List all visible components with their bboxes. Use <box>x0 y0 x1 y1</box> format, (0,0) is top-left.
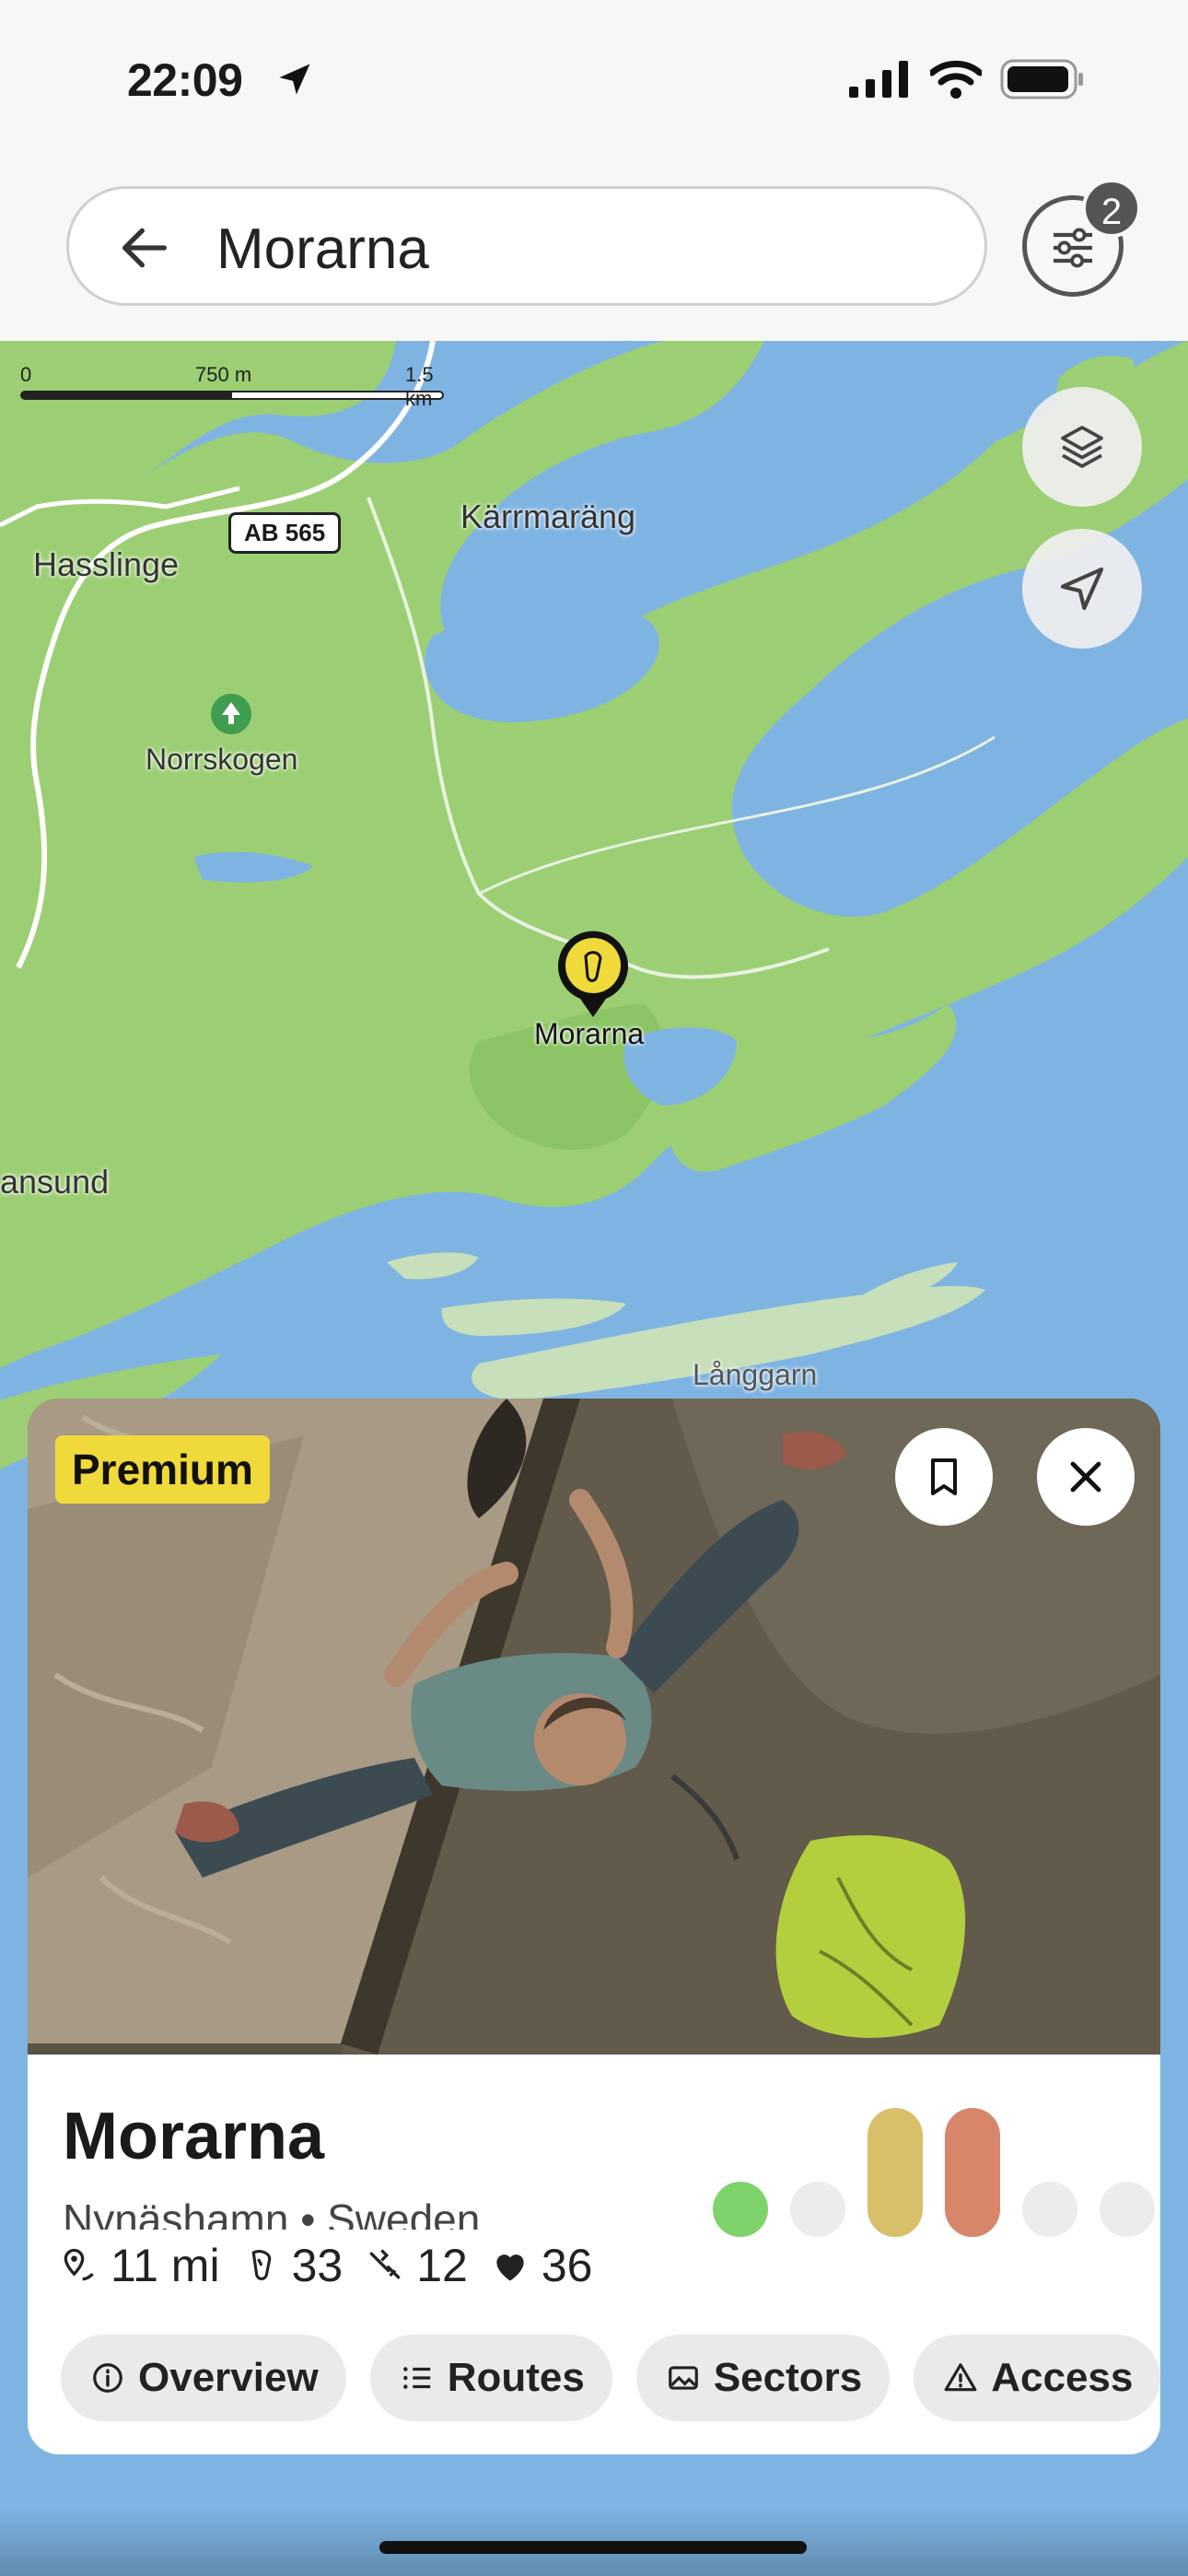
distance-stat: 11 mi <box>59 2239 220 2292</box>
tab-overview-label: Overview <box>138 2355 319 2400</box>
routes-count: 33 <box>291 2240 344 2291</box>
grade-bar <box>1100 2182 1155 2237</box>
crag-location: Nynäshamn • Sweden <box>63 2195 481 2230</box>
navigation-arrow-icon <box>1060 567 1104 611</box>
battery-icon <box>1000 59 1083 100</box>
grade-bar <box>790 2182 845 2237</box>
scale-label-start: 0 <box>20 363 32 386</box>
tab-sectors-label: Sectors <box>713 2355 863 2400</box>
place-label-norrskogen: Norrskogen <box>146 743 298 776</box>
tab-overview[interactable]: Overview <box>61 2335 346 2421</box>
grade-bar <box>945 2108 1000 2237</box>
place-label-langgarn: Långgarn <box>693 1358 818 1391</box>
tab-access-label: Access <box>991 2355 1134 2400</box>
crag-stats: 11 mi 33 12 36 <box>59 2239 614 2292</box>
filter-count-badge: 2 <box>1082 179 1141 238</box>
crag-pin-icon[interactable] <box>556 931 630 1019</box>
tab-sectors[interactable]: Sectors <box>635 2335 891 2421</box>
status-time: 22:09 <box>127 54 243 106</box>
home-indicator[interactable] <box>379 2541 807 2554</box>
place-label-hasslinge: Hasslinge <box>33 545 180 583</box>
tab-routes[interactable]: Routes <box>369 2335 612 2421</box>
place-label-karrmarang: Kärrmaräng <box>460 498 636 535</box>
routes-stat: 33 <box>242 2239 344 2292</box>
bookmark-icon <box>931 1458 957 1495</box>
grade-bar <box>868 2108 923 2237</box>
scale-label-end: 1.5 km <box>405 363 434 410</box>
climbing-hold-icon <box>251 2250 271 2280</box>
place-label-ansund: ansund <box>0 1163 110 1200</box>
scale-label-mid: 750 m <box>195 363 252 386</box>
status-indicators <box>849 59 1085 100</box>
likes-count: 36 <box>541 2240 593 2291</box>
map-scale: 0 750 m 1.5 km <box>20 363 444 410</box>
crag-title: Morarna <box>63 2100 325 2173</box>
tab-access[interactable]: Access <box>914 2335 1160 2421</box>
image-icon <box>668 2366 698 2390</box>
warning-icon <box>944 2363 977 2392</box>
top-bar: 22:09 Morarna 2 <box>0 0 1188 341</box>
distance-value: 11 mi <box>111 2240 220 2291</box>
search-query[interactable]: Morarna <box>216 217 429 282</box>
heart-icon <box>496 2254 524 2281</box>
signal-icon <box>849 61 908 98</box>
sectors-count: 12 <box>416 2240 468 2291</box>
grade-bar <box>1022 2182 1077 2237</box>
location-arrow-icon <box>279 64 310 95</box>
crag-photo: Premium <box>28 1399 1160 2055</box>
premium-badge: Premium <box>55 1435 270 1504</box>
grade-bar <box>713 2182 768 2237</box>
list-icon <box>402 2367 430 2389</box>
search-bar[interactable]: Morarna <box>66 186 987 306</box>
map-layers-button[interactable] <box>1022 387 1142 507</box>
layers-icon <box>1061 426 1103 468</box>
place-label-morarna[interactable]: Morarna <box>534 1017 644 1051</box>
close-icon <box>1070 1461 1101 1493</box>
bookmark-button[interactable] <box>895 1428 993 1526</box>
park-icon <box>211 694 251 734</box>
wifi-icon <box>930 60 982 99</box>
crag-card[interactable]: Premium Morarna Nynäshamn • Sweden 11 mi… <box>28 1399 1160 2454</box>
my-location-button[interactable] <box>1022 529 1142 649</box>
quickdraw-icon <box>369 2249 401 2279</box>
tab-routes-label: Routes <box>447 2355 585 2400</box>
scale-bar <box>20 391 444 400</box>
grade-distribution-chart <box>683 2090 1155 2237</box>
card-tabs: Overview Routes Sectors Access <box>61 2335 1160 2421</box>
sectors-stat: 12 <box>365 2239 468 2292</box>
info-icon <box>93 2363 122 2393</box>
back-arrow-icon[interactable] <box>115 218 174 277</box>
close-card-button[interactable] <box>1037 1428 1135 1526</box>
distance-pin-icon <box>64 2248 94 2281</box>
road-number-badge: AB 565 <box>228 512 342 554</box>
likes-stat: 36 <box>490 2239 593 2292</box>
